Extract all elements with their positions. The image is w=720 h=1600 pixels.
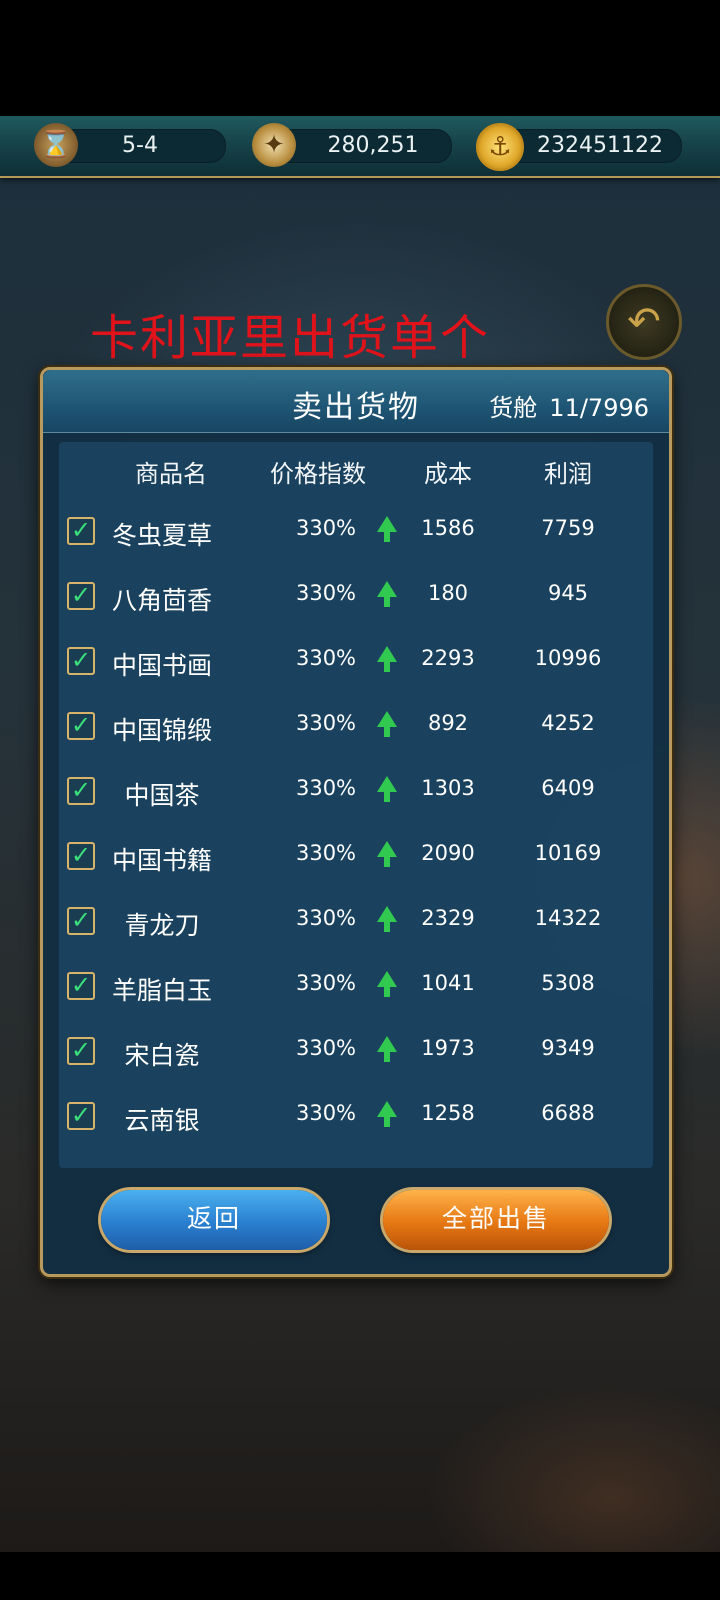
profit: 5308 — [541, 971, 595, 995]
goods-name: 羊脂白玉 — [111, 976, 212, 1005]
trend-up-icon — [377, 711, 397, 737]
goods-name: 青龙刀 — [124, 911, 200, 940]
header-cost: 成本 — [424, 460, 472, 488]
cost: 1258 — [421, 1101, 475, 1125]
checkbox[interactable]: ✓ — [67, 1037, 95, 1065]
goods-name: 中国书画 — [111, 651, 212, 680]
cost: 180 — [427, 581, 469, 605]
cargo-label: 货舱 — [489, 394, 538, 422]
header-profit: 利润 — [544, 460, 592, 488]
price-index: 330% — [295, 581, 357, 605]
table-row[interactable]: ✓ 宋白瓷 330% 1973 9349 — [59, 1018, 653, 1083]
price-index: 330% — [295, 711, 357, 735]
table-row[interactable]: ✓ 青龙刀 330% 2329 14322 — [59, 888, 653, 953]
profit: 10996 — [534, 646, 602, 670]
return-arrow-icon[interactable]: ↶ — [606, 284, 682, 360]
table-row[interactable]: ✓ 中国茶 330% 1303 6409 — [59, 758, 653, 823]
checkbox[interactable]: ✓ — [67, 1102, 95, 1130]
price-index: 330% — [295, 841, 357, 865]
cost: 892 — [427, 711, 469, 735]
date-value: 5-4 — [122, 133, 158, 158]
table-row[interactable]: ✓ 八角茴香 330% 180 945 — [59, 563, 653, 628]
anchor-coin-icon: ⚓ — [476, 123, 524, 171]
price-index: 330% — [295, 1101, 357, 1125]
header-price-index: 价格指数 — [270, 460, 366, 488]
back-button[interactable]: 返回 — [101, 1190, 327, 1250]
trend-up-icon — [377, 516, 397, 542]
profit: 6688 — [541, 1101, 595, 1125]
goods-name: 中国茶 — [124, 781, 200, 810]
checkbox[interactable]: ✓ — [67, 517, 95, 545]
checkbox[interactable]: ✓ — [67, 777, 95, 805]
profit: 9349 — [541, 1036, 595, 1060]
resource-bar: 5-4 ⌛ 280,251 ✦ 232451122 ⚓ — [0, 116, 720, 178]
trend-up-icon — [377, 906, 397, 932]
hourglass-icon: ⌛ — [34, 123, 78, 167]
price-index: 330% — [295, 646, 357, 670]
trend-up-icon — [377, 581, 397, 607]
profit: 6409 — [541, 776, 595, 800]
price-index: 330% — [295, 776, 357, 800]
price-index: 330% — [295, 906, 357, 930]
goods-name: 冬虫夏草 — [111, 521, 212, 550]
checkbox[interactable]: ✓ — [67, 972, 95, 1000]
cost: 1973 — [421, 1036, 475, 1060]
goods-name: 宋白瓷 — [124, 1041, 200, 1070]
profit: 10169 — [534, 841, 602, 865]
checkbox[interactable]: ✓ — [67, 582, 95, 610]
goods-name: 中国锦缎 — [111, 716, 212, 745]
annotation-text: 卡利亚里出货单个 — [90, 310, 491, 366]
date-display: 5-4 — [54, 129, 226, 163]
compass-icon: ✦ — [252, 123, 296, 167]
checkbox[interactable]: ✓ — [67, 907, 95, 935]
checkbox[interactable]: ✓ — [67, 647, 95, 675]
goods-name: 中国书籍 — [111, 846, 212, 875]
table-row[interactable]: ✓ 中国锦缎 330% 892 4252 — [59, 693, 653, 758]
cost: 2293 — [421, 646, 475, 670]
trend-up-icon — [377, 776, 397, 802]
cargo-value: 11/7996 — [549, 394, 649, 422]
table-row[interactable]: ✓ 云南银 330% 1258 6688 — [59, 1083, 653, 1148]
reputation-value: 280,251 — [327, 133, 419, 158]
dialog-header: 卖出货物 货舱 11/7996 — [43, 370, 669, 433]
trend-up-icon — [377, 1036, 397, 1062]
price-index: 330% — [295, 1036, 357, 1060]
goods-name: 云南银 — [124, 1106, 200, 1135]
bottom-bar — [0, 1552, 720, 1600]
profit: 945 — [547, 581, 589, 605]
trend-up-icon — [377, 841, 397, 867]
cost: 2329 — [421, 906, 475, 930]
table-row[interactable]: ✓ 羊脂白玉 330% 1041 5308 — [59, 953, 653, 1018]
table-row[interactable]: ✓ 中国书籍 330% 2090 10169 — [59, 823, 653, 888]
trend-up-icon — [377, 646, 397, 672]
cost: 1041 — [421, 971, 475, 995]
trend-up-icon — [377, 971, 397, 997]
profit: 4252 — [541, 711, 595, 735]
trend-up-icon — [377, 1101, 397, 1127]
goods-table: 商品名 价格指数 成本 利润 ✓ 冬虫夏草 330% 1586 7759 ✓ 八… — [59, 442, 653, 1168]
cost: 1303 — [421, 776, 475, 800]
profit: 14322 — [534, 906, 602, 930]
price-index: 330% — [295, 516, 357, 540]
goods-name: 八角茴香 — [111, 586, 212, 615]
table-row[interactable]: ✓ 冬虫夏草 330% 1586 7759 — [59, 498, 653, 563]
cargo-hold: 货舱 11/7996 — [489, 388, 649, 423]
header-name: 商品名 — [135, 460, 207, 488]
table-row[interactable]: ✓ 中国书画 330% 2293 10996 — [59, 628, 653, 693]
cost: 1586 — [421, 516, 475, 540]
reputation-display: 280,251 — [270, 129, 452, 163]
sell-goods-dialog: 卖出货物 货舱 11/7996 商品名 价格指数 成本 利润 ✓ 冬虫夏草 330… — [40, 367, 672, 1277]
gold-value: 232451122 — [537, 133, 663, 158]
profit: 7759 — [541, 516, 595, 540]
checkbox[interactable]: ✓ — [67, 712, 95, 740]
price-index: 330% — [295, 971, 357, 995]
cost: 2090 — [421, 841, 475, 865]
sell-all-button[interactable]: 全部出售 — [383, 1190, 609, 1250]
checkbox[interactable]: ✓ — [67, 842, 95, 870]
